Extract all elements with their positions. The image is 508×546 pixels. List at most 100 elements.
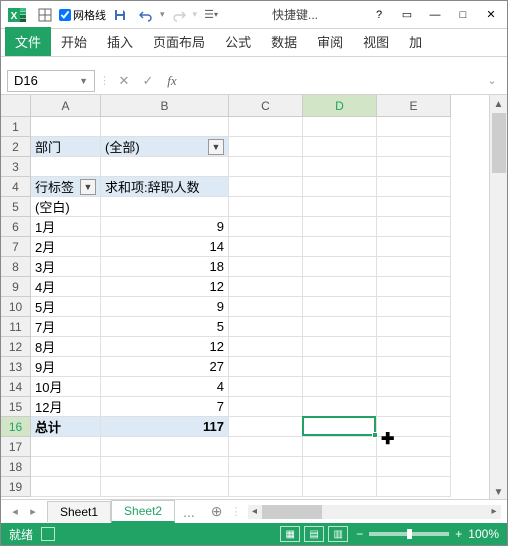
cell-B1[interactable] (101, 117, 229, 137)
tab-formulas[interactable]: 公式 (215, 27, 261, 56)
cell-C5[interactable] (229, 197, 303, 217)
cell-A18[interactable] (31, 457, 101, 477)
col-header-B[interactable]: B (101, 95, 229, 117)
cell-D10[interactable] (303, 297, 377, 317)
cell-E8[interactable] (377, 257, 451, 277)
cell-C11[interactable] (229, 317, 303, 337)
col-header-C[interactable]: C (229, 95, 303, 117)
undo-icon[interactable] (134, 3, 158, 27)
pivot-row-label-6[interactable]: 1月 (31, 217, 101, 237)
row-header-17[interactable]: 17 (1, 437, 31, 457)
cell-D16[interactable] (303, 417, 377, 437)
row-header-13[interactable]: 13 (1, 357, 31, 377)
cell-E7[interactable] (377, 237, 451, 257)
tab-data[interactable]: 数据 (261, 27, 307, 56)
pivot-filter-field[interactable]: 部门 (31, 137, 101, 157)
pivot-value-header[interactable]: 求和项:辞职人数 (101, 177, 229, 197)
pivot-row-value-6[interactable]: 9 (101, 217, 229, 237)
col-header-D[interactable]: D (303, 95, 377, 117)
cell-C14[interactable] (229, 377, 303, 397)
ribbon-options-icon[interactable]: ▭ (395, 4, 419, 26)
pivot-row-value-15[interactable]: 7 (101, 397, 229, 417)
pivot-row-value-8[interactable]: 18 (101, 257, 229, 277)
cell-C17[interactable] (229, 437, 303, 457)
pivot-row-value-5[interactable] (101, 197, 229, 217)
help-icon[interactable]: ? (367, 4, 391, 26)
gridlines-checkbox[interactable]: 网格线 (59, 7, 106, 23)
pivot-row-label-5[interactable]: (空白) (31, 197, 101, 217)
cell-E12[interactable] (377, 337, 451, 357)
scroll-up-icon[interactable]: ▲ (490, 95, 507, 113)
cell-E3[interactable] (377, 157, 451, 177)
name-box[interactable]: D16 ▼ (7, 70, 95, 92)
cell-C10[interactable] (229, 297, 303, 317)
fx-icon[interactable]: fx (162, 71, 182, 91)
row-header-1[interactable]: 1 (1, 117, 31, 137)
pivot-total-label[interactable]: 总计 (31, 417, 101, 437)
row-header-7[interactable]: 7 (1, 237, 31, 257)
cell-E14[interactable] (377, 377, 451, 397)
cell-B3[interactable] (101, 157, 229, 177)
cell-D2[interactable] (303, 137, 377, 157)
cell-C15[interactable] (229, 397, 303, 417)
cell-D17[interactable] (303, 437, 377, 457)
qat-grid-icon[interactable] (33, 3, 57, 27)
zoom-slider[interactable] (369, 532, 449, 536)
cell-C7[interactable] (229, 237, 303, 257)
row-header-14[interactable]: 14 (1, 377, 31, 397)
cell-C9[interactable] (229, 277, 303, 297)
cell-D12[interactable] (303, 337, 377, 357)
select-all-corner[interactable] (1, 95, 31, 117)
pivot-row-value-14[interactable]: 4 (101, 377, 229, 397)
cell-C4[interactable] (229, 177, 303, 197)
row-header-9[interactable]: 9 (1, 277, 31, 297)
sheet-more-icon[interactable]: ... (175, 504, 203, 520)
tab-file[interactable]: 文件 (5, 27, 51, 56)
cell-C2[interactable] (229, 137, 303, 157)
tab-review[interactable]: 审阅 (307, 27, 353, 56)
pivot-row-value-7[interactable]: 14 (101, 237, 229, 257)
sheet-nav-next-icon[interactable]: ▸ (25, 505, 41, 518)
pivot-row-label-12[interactable]: 8月 (31, 337, 101, 357)
minimize-icon[interactable]: — (423, 4, 447, 26)
row-header-16[interactable]: 16 (1, 417, 31, 437)
cell-D19[interactable] (303, 477, 377, 497)
view-normal-icon[interactable]: ▦ (280, 526, 300, 542)
pivot-row-label-7[interactable]: 2月 (31, 237, 101, 257)
row-header-8[interactable]: 8 (1, 257, 31, 277)
sheet-tab-sheet2[interactable]: Sheet2 (111, 500, 175, 523)
pivot-rowlabel-dropdown-icon[interactable]: ▼ (80, 179, 96, 195)
view-layout-icon[interactable]: ▤ (304, 526, 324, 542)
cell-C1[interactable] (229, 117, 303, 137)
cell-E6[interactable] (377, 217, 451, 237)
cell-D9[interactable] (303, 277, 377, 297)
row-header-3[interactable]: 3 (1, 157, 31, 177)
cell-C19[interactable] (229, 477, 303, 497)
cell-E5[interactable] (377, 197, 451, 217)
pivot-row-value-13[interactable]: 27 (101, 357, 229, 377)
cell-D15[interactable] (303, 397, 377, 417)
row-header-18[interactable]: 18 (1, 457, 31, 477)
pivot-row-label-header[interactable]: 行标签▼ (31, 177, 101, 197)
cell-A3[interactable] (31, 157, 101, 177)
cell-D6[interactable] (303, 217, 377, 237)
qat-menu-icon[interactable]: ☰▾ (199, 3, 223, 27)
vertical-scrollbar[interactable]: ▲ ▼ (489, 95, 507, 501)
confirm-formula-icon[interactable]: ✓ (138, 71, 158, 91)
cell-D11[interactable] (303, 317, 377, 337)
view-break-icon[interactable]: ▥ (328, 526, 348, 542)
cell-C3[interactable] (229, 157, 303, 177)
pivot-row-label-10[interactable]: 5月 (31, 297, 101, 317)
pivot-row-value-12[interactable]: 12 (101, 337, 229, 357)
cell-C16[interactable] (229, 417, 303, 437)
pivot-row-label-14[interactable]: 10月 (31, 377, 101, 397)
pivot-row-label-13[interactable]: 9月 (31, 357, 101, 377)
cell-A19[interactable] (31, 477, 101, 497)
cell-E9[interactable] (377, 277, 451, 297)
cell-B19[interactable] (101, 477, 229, 497)
cell-E17[interactable] (377, 437, 451, 457)
row-header-5[interactable]: 5 (1, 197, 31, 217)
pivot-row-label-9[interactable]: 4月 (31, 277, 101, 297)
pivot-row-label-8[interactable]: 3月 (31, 257, 101, 277)
row-header-11[interactable]: 11 (1, 317, 31, 337)
